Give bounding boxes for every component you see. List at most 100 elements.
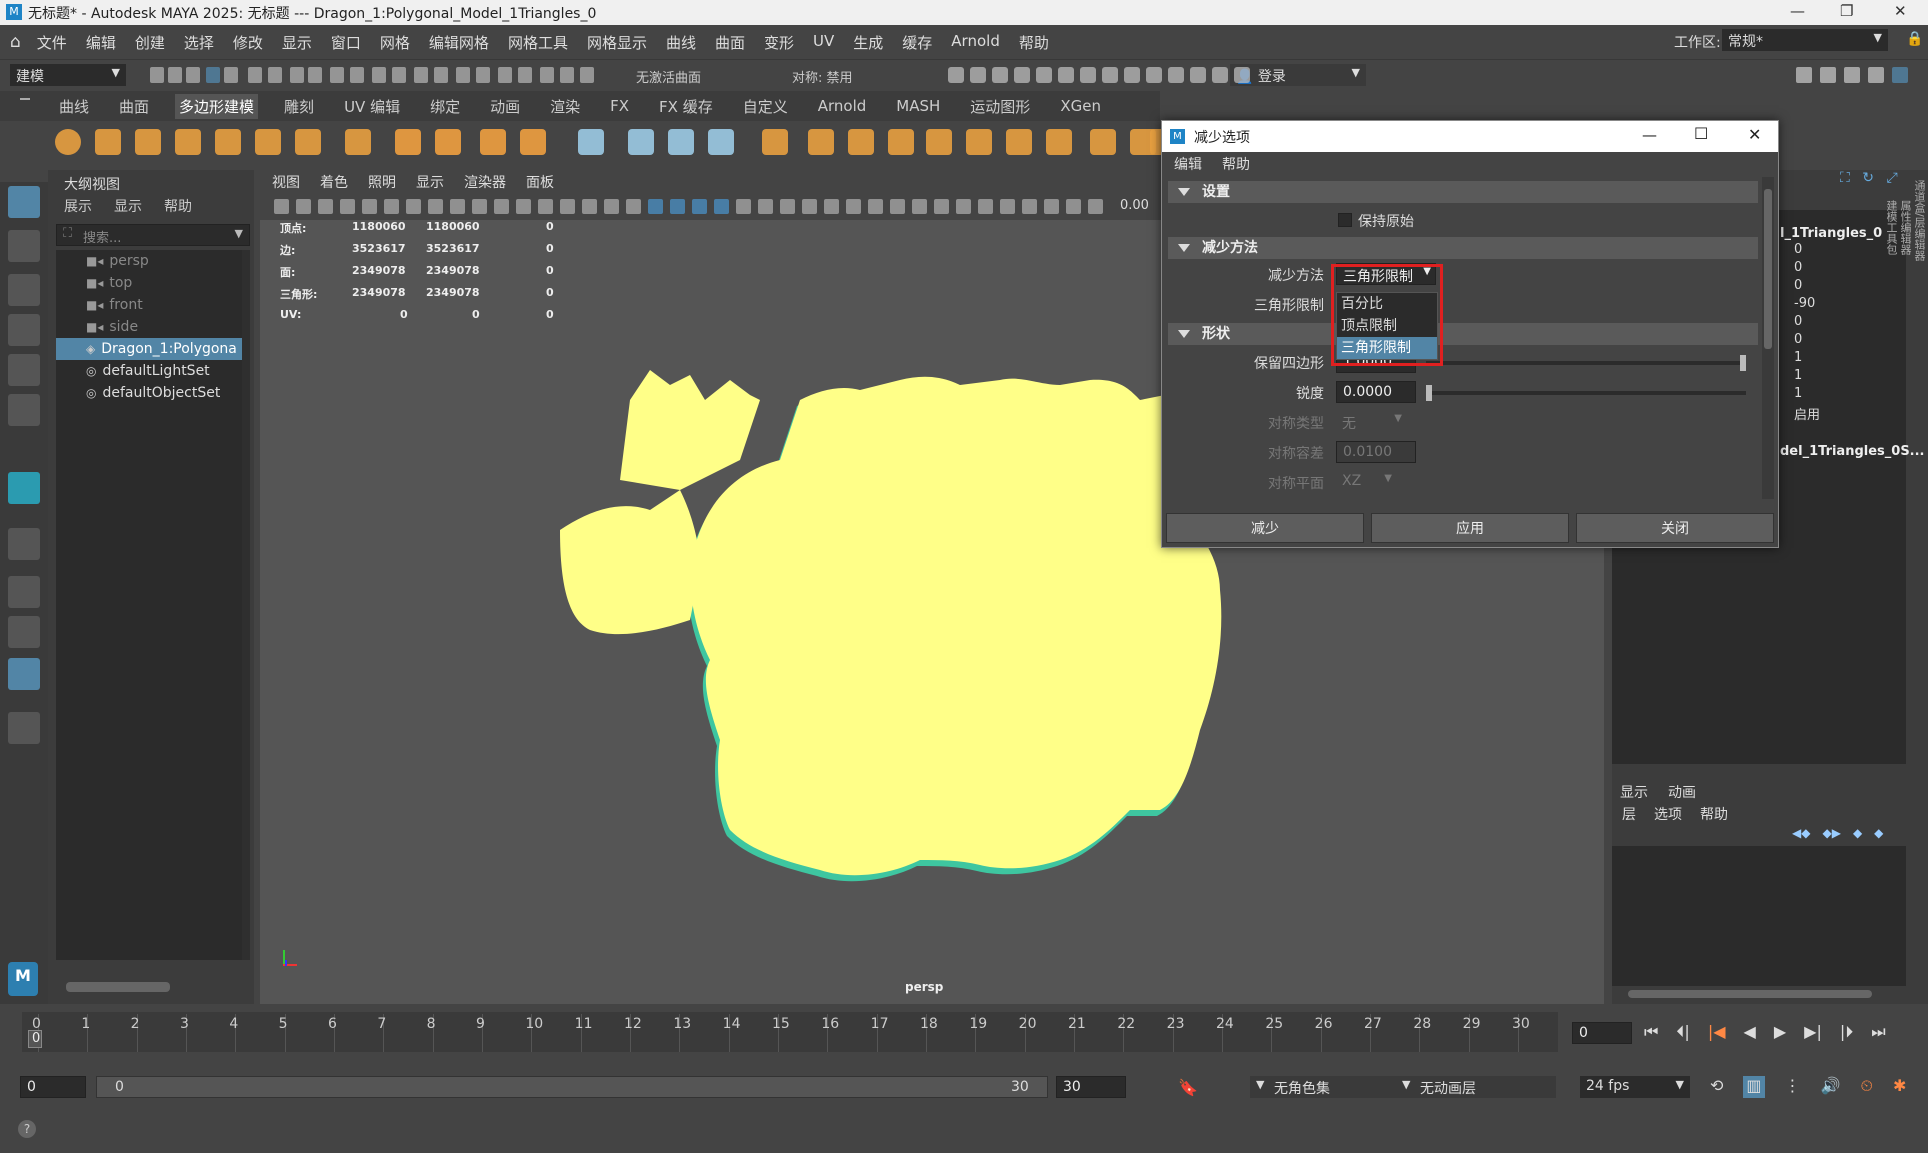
menu-item-0[interactable]: 文件 (37, 32, 67, 53)
help-icon[interactable]: ? (18, 1120, 36, 1138)
render-tool-icon[interactable] (1058, 67, 1074, 83)
new-layer-selected-icon[interactable]: ◆ (1874, 826, 1883, 842)
render-tool-icon[interactable] (970, 67, 986, 83)
channel-value-field[interactable]: 1 (1788, 368, 1883, 384)
status-tool-icon[interactable] (350, 67, 364, 83)
status-tool-icon[interactable] (268, 67, 282, 83)
keep-original-checkbox[interactable] (1338, 213, 1352, 227)
workspace-select[interactable]: 常规* ▼ (1722, 29, 1888, 51)
outliner-menu-2[interactable]: 帮助 (164, 196, 192, 216)
side-tab-tool[interactable]: 建模工具包 (1884, 200, 1898, 500)
graph-icon[interactable]: ▥ (1743, 1076, 1765, 1098)
channel-value-field[interactable]: 0 (1788, 278, 1883, 294)
outliner-menu-1[interactable]: 显示 (114, 196, 142, 216)
render-tool-icon[interactable] (1146, 67, 1162, 83)
menu-item-12[interactable]: 曲面 (715, 32, 745, 53)
combine-icon[interactable] (762, 129, 788, 155)
status-tool-icon[interactable] (150, 67, 164, 83)
search-icon[interactable] (8, 712, 40, 744)
panel-toggle-icon[interactable] (1796, 67, 1812, 83)
outliner-item[interactable]: ■◂ persp (56, 250, 242, 272)
channel-row[interactable]: 平移 X0 (1742, 242, 1898, 261)
shelf-tab-8[interactable]: FX (606, 95, 633, 117)
render-tool-icon[interactable] (948, 67, 964, 83)
mode-select[interactable]: 建模 ▼ (10, 64, 126, 86)
go-to-end-icon[interactable]: ⏭ (1871, 1022, 1885, 1044)
shape-section-header[interactable]: 形状 (1168, 323, 1758, 345)
boolean-icon[interactable] (926, 129, 952, 155)
layer-up-icon[interactable]: ◀◆ (1792, 826, 1810, 842)
render-tool-icon[interactable] (1102, 67, 1118, 83)
channel-value-field[interactable]: 1 (1788, 386, 1883, 402)
helix-icon[interactable] (435, 129, 461, 155)
auto-key-icon[interactable]: ⏲ (1860, 1076, 1872, 1098)
outliner-layout-icon[interactable] (8, 658, 40, 690)
outliner-item[interactable]: ■◂ front (56, 294, 242, 316)
home-icon[interactable]: ⌂ (10, 32, 21, 52)
menu-item-1[interactable]: 编辑 (86, 32, 116, 53)
shelf-tab-1[interactable]: 曲面 (115, 94, 153, 119)
smooth-icon[interactable] (888, 129, 914, 155)
channel-row[interactable]: 旋转 Z0 (1742, 332, 1898, 351)
menu-item-2[interactable]: 创建 (135, 32, 165, 53)
fps-select[interactable]: 24 fps ▼ (1580, 1076, 1690, 1098)
side-tab-channel[interactable]: 通道盒/层编辑器 (1912, 180, 1926, 500)
separate-icon[interactable] (808, 129, 834, 155)
shelf-tab-12[interactable]: MASH (892, 95, 944, 117)
menu-item-17[interactable]: Arnold (951, 32, 1000, 53)
channel-row[interactable]: 平移 Y0 (1742, 260, 1898, 279)
status-tool-icon[interactable] (518, 67, 532, 83)
channel-value-field[interactable]: 1 (1788, 350, 1883, 366)
torus-icon[interactable] (215, 129, 241, 155)
status-tool-icon[interactable] (498, 67, 512, 83)
extrude-icon[interactable] (1090, 129, 1116, 155)
dialog-title-bar[interactable]: M 减少选项 — ☐ ✕ (1162, 121, 1778, 152)
status-tool-icon[interactable] (290, 67, 304, 83)
current-frame-field[interactable]: 0 (1572, 1022, 1632, 1044)
channel-row[interactable]: 缩放 Y1 (1742, 368, 1898, 387)
channel-value-field[interactable]: 0 (1788, 332, 1883, 348)
cube-icon[interactable] (95, 129, 121, 155)
go-to-start-icon[interactable]: ⏮ (1644, 1022, 1658, 1044)
channel-value-field[interactable]: 0 (1788, 260, 1883, 276)
shelf-tab-6[interactable]: 动画 (486, 94, 524, 119)
lasso-icon[interactable] (8, 230, 40, 262)
menu-item-4[interactable]: 修改 (233, 32, 263, 53)
live-surface-label[interactable]: 无激活曲面 (636, 67, 701, 86)
menu-item-3[interactable]: 选择 (184, 32, 214, 53)
menu-item-16[interactable]: 缓存 (902, 32, 932, 53)
sharpness-slider[interactable] (1426, 391, 1746, 395)
render-tool-icon[interactable] (992, 67, 1008, 83)
minimize-icon[interactable]: — (1790, 2, 1805, 20)
layer-down-icon[interactable]: ◆▶ (1822, 826, 1840, 842)
cylinder-icon[interactable] (135, 129, 161, 155)
status-tool-icon[interactable] (434, 67, 448, 83)
menu-item-11[interactable]: 曲线 (666, 32, 696, 53)
select-icon[interactable] (8, 186, 40, 218)
method-section-header[interactable]: 减少方法 (1168, 237, 1758, 259)
layer-menu-0[interactable]: 层 (1622, 804, 1636, 824)
step-forward-frame-icon[interactable]: ▶| (1804, 1022, 1822, 1044)
channel-value-field[interactable]: 启用 (1788, 404, 1883, 423)
shelf-tab-10[interactable]: 自定义 (739, 94, 792, 119)
paint-select-icon[interactable] (8, 274, 40, 306)
render-tool-icon[interactable] (1212, 67, 1228, 83)
extract-icon[interactable] (848, 129, 874, 155)
grid-icon[interactable] (578, 129, 604, 155)
outliner-item[interactable]: ◈ Dragon_1:Polygona (56, 338, 242, 360)
status-tool-icon[interactable] (206, 67, 220, 83)
axis-icon[interactable]: ⛶ (1840, 170, 1850, 186)
channel-value-field[interactable]: 0 (1788, 242, 1883, 258)
status-tool-icon[interactable] (224, 67, 238, 83)
sound-icon[interactable]: 🔊 (1821, 1076, 1841, 1098)
menu-item-6[interactable]: 窗口 (331, 32, 361, 53)
close-icon[interactable]: ✕ (1748, 125, 1761, 144)
status-tool-icon[interactable] (308, 67, 322, 83)
menu-item-8[interactable]: 编辑网格 (429, 32, 489, 53)
channel-row[interactable]: 缩放 X1 (1742, 350, 1898, 369)
menu-item-5[interactable]: 显示 (282, 32, 312, 53)
globe-icon[interactable] (8, 472, 40, 504)
refresh-icon[interactable]: ↻ (1862, 170, 1874, 186)
play-back-icon[interactable]: ◀ (1744, 1022, 1756, 1044)
status-tool-icon[interactable] (392, 67, 406, 83)
